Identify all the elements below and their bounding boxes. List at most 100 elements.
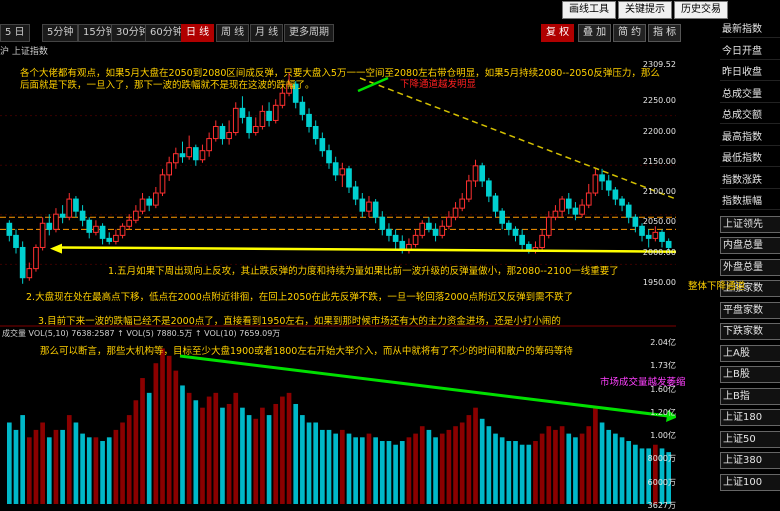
side-menu-item[interactable]: 最低指数 [720,151,780,167]
history-trade-button[interactable]: 历史交易 [674,1,728,19]
volume-bar [33,429,39,504]
side-menu-item[interactable]: 外盘总量 [720,258,780,276]
candle-body [539,234,545,248]
candle-body [272,104,279,121]
side-menu-item[interactable]: 上B股 [720,366,780,383]
overlay-button[interactable]: 叠 加 [578,24,612,42]
period-weekly[interactable]: 周 线 [216,24,250,42]
volume-bar [526,444,532,504]
side-menu-item[interactable]: 指数振幅 [720,194,780,210]
side-menu-item[interactable]: 总成交额 [720,108,780,124]
volume-bar [599,422,605,504]
volume-bar [166,355,172,504]
candle-body [466,180,472,200]
period-monthly[interactable]: 月 线 [250,24,284,42]
simple-button[interactable]: 简 约 [613,24,647,42]
side-menu-item[interactable]: 昨日收盘 [720,65,780,81]
indicator-button[interactable]: 指 标 [648,24,682,42]
candle-body [179,153,186,158]
chart-toolbar: 画线工具 关键提示 历史交易 5 日 5分钟 15分钟 30分钟 60分钟 日 … [0,0,780,44]
candle-body [472,165,479,182]
security-title: 沪 上证指数 [0,47,48,57]
side-menu-item[interactable]: 上证100 [720,473,780,491]
key-tips-button[interactable]: 关键提示 [618,1,672,19]
side-menu-item[interactable]: 上证380 [720,452,780,469]
candle-body [232,107,239,134]
volume-bar [619,437,625,504]
volume-bar [539,433,545,504]
volume-bar [106,437,112,504]
candle-body [212,125,219,140]
side-menu-item[interactable]: 指数涨跌 [720,173,780,189]
candle-body [172,153,179,164]
side-menu-item[interactable]: 今日开盘 [720,44,780,60]
candle-body [226,132,232,140]
draw-tools-button[interactable]: 画线工具 [562,1,616,19]
volume-tick-label: 8000万 [647,454,676,464]
volume-bar [413,433,418,504]
volume-bar [446,429,452,504]
side-menu-item[interactable]: 上A股 [720,344,780,362]
candle-body [259,110,266,127]
volume-bar [533,441,538,504]
side-menu-item[interactable]: 最新指数 [720,22,780,38]
volume-bar [306,422,312,504]
volume-bar [506,441,512,504]
restore-rights-button[interactable]: 复 权 [541,24,575,42]
period-5min[interactable]: 5分钟 [42,24,79,42]
volume-bar [593,407,598,504]
side-menu-item[interactable]: 最高指数 [720,130,780,146]
volume-bar [226,403,232,504]
price-tick-label: 2309.52 [642,60,676,70]
volume-tick-label: 1.20亿 [650,407,676,417]
candle-body [579,204,585,215]
period-more-dropdown[interactable]: 更多周期 [284,24,334,42]
candle-body [452,207,459,218]
annotation-downtrend: 下降通道越发明显 [400,79,477,90]
side-menu-item[interactable]: 上证50 [720,430,780,448]
annotation-2: 2.大盘现在处在最高点下移，低点在2000点附近徘徊，在回上2050在此先反弹不… [26,292,574,303]
period-5day[interactable]: 5 日 [0,24,30,42]
candle-body [359,198,366,212]
index-side-menu: 最新指数今日开盘昨日收盘总成交量总成交额最高指数最低指数指数涨跌指数振幅上证领先… [720,22,780,511]
volume-bar [73,422,79,504]
period-daily[interactable]: 日 线 [181,24,215,42]
candle-body [599,174,605,182]
volume-bar [120,422,125,504]
kline-chart[interactable] [0,56,676,511]
volume-bar [240,407,245,504]
volume-bar [399,441,405,504]
volume-bar [479,418,485,504]
price-tick-label: 2050.00 [642,217,676,227]
volume-tick-label: 2.04亿 [650,338,676,347]
volume-bar [339,429,345,504]
side-menu-item[interactable]: 下跌家数 [720,323,780,340]
price-tick-label: 2100.00 [642,187,676,197]
volume-bar [20,415,25,504]
side-menu-item[interactable]: 内盘总量 [720,237,780,254]
side-menu-item[interactable]: 上证领先 [720,215,780,233]
side-menu-item[interactable]: 总成交量 [720,87,780,103]
volume-bar [606,429,612,504]
volume-bar [586,426,592,504]
volume-bar [133,400,139,504]
candle-body [612,189,619,200]
volume-tick-label: 6000万 [647,477,676,487]
volume-bar [473,407,478,504]
candle-body [39,222,46,248]
candle-body [59,213,66,218]
candle-body [639,225,645,236]
candle-body [199,150,206,161]
candle-body [146,198,153,206]
side-menu-item[interactable]: 上证180 [720,409,780,426]
candle-body [486,180,492,197]
candle-body [79,210,86,221]
candle-body [246,116,252,134]
volume-bar [573,437,578,504]
volume-bar [280,396,285,504]
volume-bar [60,429,65,504]
candle-body [279,92,286,106]
side-menu-item[interactable]: 平盘家数 [720,301,780,319]
candle-body [19,246,26,279]
side-menu-item[interactable]: 上B指 [720,387,780,405]
